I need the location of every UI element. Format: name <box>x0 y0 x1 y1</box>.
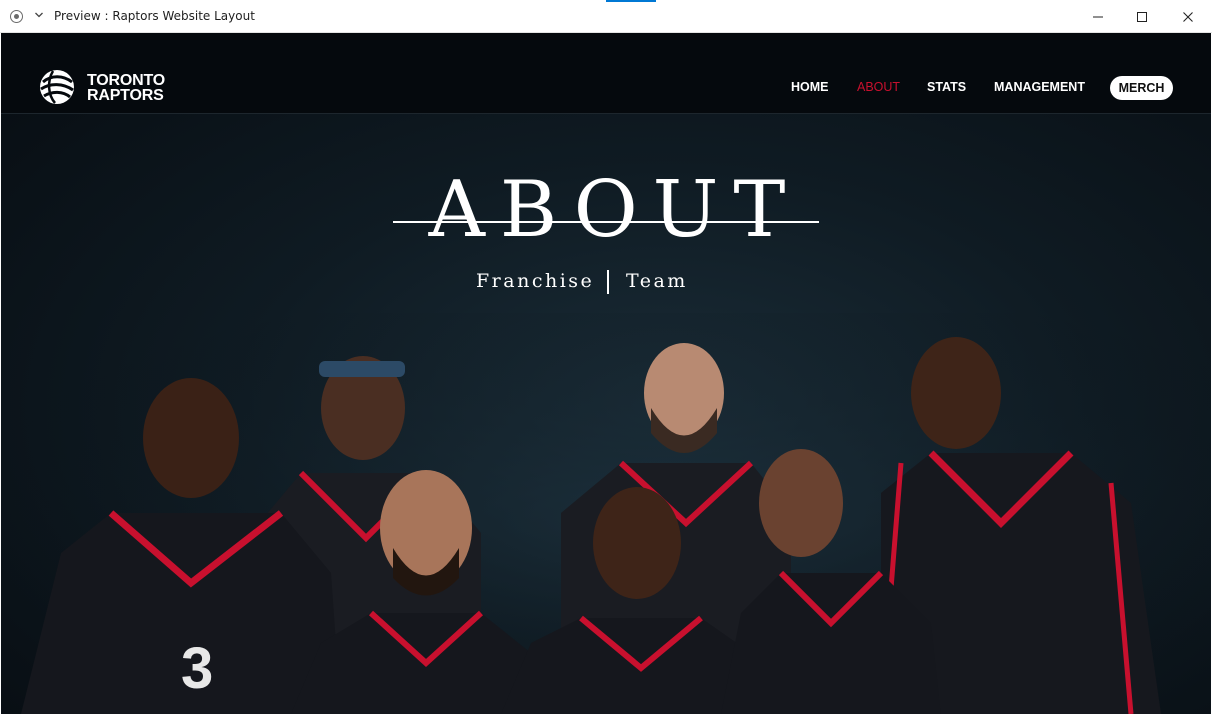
window-title: Preview : Raptors Website Layout <box>54 9 255 23</box>
titlebar-accent <box>606 0 656 2</box>
nav-about[interactable]: ABOUT <box>857 80 900 94</box>
app-icon[interactable] <box>10 10 23 23</box>
page-content: TORONTO RAPTORS HOME ABOUT STATS MANAGEM… <box>1 33 1211 714</box>
logo-line-2: RAPTORS <box>87 87 164 104</box>
hero-title-strikethrough <box>393 221 819 223</box>
close-icon <box>1183 11 1193 22</box>
merch-button[interactable]: MERCH <box>1110 76 1173 100</box>
svg-text:3: 3 <box>181 636 213 701</box>
subnav-divider <box>607 270 609 294</box>
nav-stats[interactable]: STATS <box>927 80 966 94</box>
nav-home[interactable]: HOME <box>791 80 829 94</box>
minimize-button[interactable] <box>1075 0 1121 33</box>
subnav-franchise[interactable]: Franchise <box>476 270 594 292</box>
team-photo: 3 <box>1 313 1211 714</box>
subnav-team[interactable]: Team <box>626 270 688 292</box>
site-navbar: TORONTO RAPTORS HOME ABOUT STATS MANAGEM… <box>1 33 1211 114</box>
window-titlebar: Preview : Raptors Website Layout <box>0 0 1212 33</box>
raptors-ball-logo-icon[interactable] <box>39 69 75 105</box>
site-logo[interactable]: TORONTO RAPTORS <box>87 72 166 104</box>
nav-management[interactable]: MANAGEMENT <box>994 80 1085 94</box>
hero-subnav: Franchise Team <box>471 268 691 298</box>
maximize-button[interactable] <box>1119 0 1165 33</box>
minimize-icon <box>1093 16 1103 17</box>
hero-title: ABOUT <box>428 165 801 255</box>
maximize-icon <box>1137 11 1147 22</box>
logo-line-1: TORONTO <box>87 72 166 89</box>
close-button[interactable] <box>1165 0 1211 33</box>
chevron-down-icon[interactable] <box>34 10 44 20</box>
